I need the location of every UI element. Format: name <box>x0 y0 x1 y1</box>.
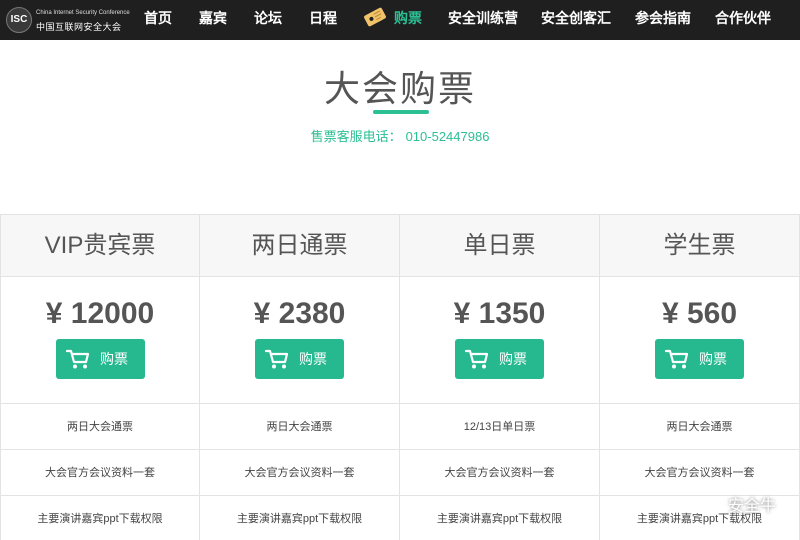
ticket-name: VIP贵宾票 <box>1 215 199 277</box>
isc-logo[interactable]: ISC China Internet Security Conference 中… <box>6 6 132 34</box>
cart-icon <box>665 349 689 369</box>
ticket-column-single-day: 单日票 ¥ 1350 购票 12/13日单日票 大会官方会议资料一套 主要演讲嘉… <box>400 215 600 540</box>
buy-button-label: 购票 <box>299 351 327 367</box>
ticket-feature: 两日大会通票 <box>1 403 199 449</box>
nav-item-training-camp[interactable]: 安全训练营 <box>448 0 518 40</box>
ticket-name: 两日通票 <box>200 215 399 277</box>
ticket-feature: 两日大会通票 <box>200 403 399 449</box>
ticket-feature: 大会官方会议资料一套 <box>400 449 599 495</box>
ticket-price: ¥ 560 <box>661 297 738 330</box>
buy-button-label: 购票 <box>699 351 727 367</box>
ticket-feature: 主要演讲嘉宾ppt下载权限 <box>1 495 199 540</box>
buy-ticket-button[interactable]: 购票 <box>655 339 744 379</box>
nav-item-tickets[interactable]: 购票 <box>394 0 422 40</box>
ticket-hotline: 售票客服电话： 010-52447986 <box>0 126 800 145</box>
pricing-table: VIP贵宾票 ¥ 12000 购票 两日大会通票 大会官方会议资料一套 主要演讲… <box>0 214 800 540</box>
buy-ticket-button[interactable]: 购票 <box>56 339 145 379</box>
ticket-feature: 大会官方会议资料一套 <box>200 449 399 495</box>
ticket-feature: 两日大会通票 <box>600 403 799 449</box>
cart-icon <box>265 349 289 369</box>
buy-button-label: 购票 <box>499 351 527 367</box>
logo-badge: ISC <box>6 7 32 33</box>
hotline-label: 售票客服电话： <box>310 129 402 144</box>
page-title: 大会购票 <box>323 68 476 109</box>
ticket-price: ¥ 2380 <box>253 297 346 330</box>
nav-item-guests[interactable]: 嘉宾 <box>199 0 227 40</box>
ticket-name: 单日票 <box>400 215 599 277</box>
watermark: 安全牛 <box>690 492 776 516</box>
watermark-text: 安全牛 <box>727 498 776 515</box>
buy-button-label: 购票 <box>100 351 128 367</box>
ticket-column-two-day: 两日通票 ¥ 2380 购票 两日大会通票 大会官方会议资料一套 主要演讲嘉宾p… <box>200 215 400 540</box>
ticket-name: 学生票 <box>600 215 799 277</box>
cart-icon <box>66 349 90 369</box>
hotline-number[interactable]: 010-52447986 <box>406 129 490 144</box>
buy-ticket-button[interactable]: 购票 <box>455 339 544 379</box>
wechat-icon <box>690 497 719 516</box>
top-nav: ISC China Internet Security Conference 中… <box>0 0 800 40</box>
nav-item-attendee-guide[interactable]: 参会指南 <box>635 0 691 40</box>
ticket-column-vip: VIP贵宾票 ¥ 12000 购票 两日大会通票 大会官方会议资料一套 主要演讲… <box>0 215 200 540</box>
ticket-feature: 主要演讲嘉宾ppt下载权限 <box>200 495 399 540</box>
cart-icon <box>465 349 489 369</box>
ticket-feature: 12/13日单日票 <box>400 403 599 449</box>
nav-item-maker-hub[interactable]: 安全创客汇 <box>541 0 611 40</box>
ticket-price: ¥ 1350 <box>453 297 546 330</box>
ticket-feature: 大会官方会议资料一套 <box>600 449 799 495</box>
ticket-price: ¥ 12000 <box>45 297 155 330</box>
nav-item-home[interactable]: 首页 <box>144 0 172 40</box>
logo-chinese-name: 中国互联网安全大会 <box>36 22 122 32</box>
ticket-feature: 主要演讲嘉宾ppt下载权限 <box>400 495 599 540</box>
buy-ticket-button[interactable]: 购票 <box>255 339 344 379</box>
logo-english-name: China Internet Security Conference <box>36 10 130 16</box>
ticket-feature: 大会官方会议资料一套 <box>1 449 199 495</box>
nav-item-schedule[interactable]: 日程 <box>309 0 337 40</box>
ticket-icon <box>364 7 386 27</box>
title-underline <box>373 110 429 114</box>
nav-item-forum[interactable]: 论坛 <box>254 0 282 40</box>
nav-item-partners[interactable]: 合作伙伴 <box>715 0 771 40</box>
